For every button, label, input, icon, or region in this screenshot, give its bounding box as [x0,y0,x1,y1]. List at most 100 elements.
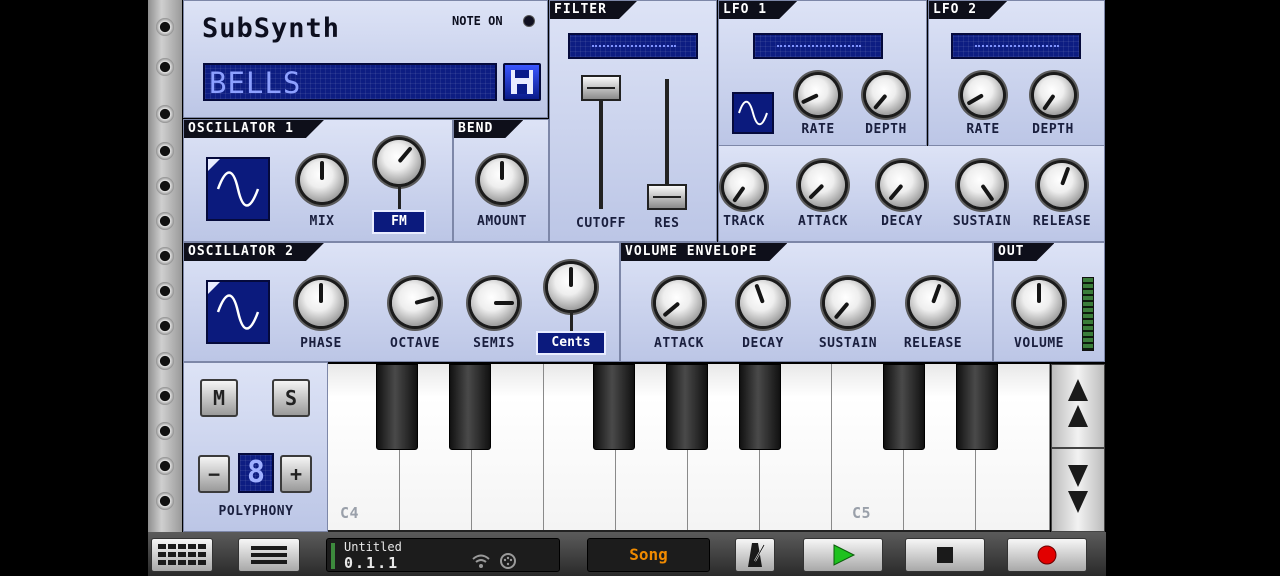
note-on-led [523,15,535,27]
vol-attack-knob[interactable] [656,280,702,326]
record-button[interactable] [1007,538,1087,572]
osc2-cents-connector [570,311,573,333]
lfo2-depth-knob[interactable] [1034,75,1074,115]
lfo2-title: LFO 2 [929,1,1007,19]
osc1-fm-button[interactable]: FM [372,210,426,234]
stop-icon [937,547,953,563]
polyphony-label: POLYPHONY [218,504,294,519]
out-title: OUT [994,243,1054,261]
osc2-cents-button[interactable]: Cents [536,331,606,355]
save-preset-button[interactable] [503,63,541,101]
octave-up-icon [1068,379,1088,427]
piano-key-as4[interactable] [739,364,781,450]
filter-decay-knob[interactable] [880,163,924,207]
play-button[interactable] [803,538,883,572]
c5-label: C5 [852,504,872,522]
out-volume-knob[interactable] [1016,280,1062,326]
metronome-button[interactable] [735,538,775,572]
vol-sustain-label: SUSTAIN [818,336,878,351]
stop-button[interactable] [905,538,985,572]
rack-screw-hole [156,457,174,475]
cutoff-slider-track [599,89,603,209]
filter-attack-label: ATTACK [798,214,848,229]
vol-decay-knob[interactable] [740,280,786,326]
vol-sustain-knob[interactable] [825,280,871,326]
lfo1-depth-knob[interactable] [866,75,906,115]
piano-key-ds4[interactable] [449,364,491,450]
lfo2-rate-knob[interactable] [963,75,1003,115]
octave-down-button[interactable] [1051,448,1105,532]
vol-release-knob[interactable] [910,280,956,326]
bend-amount-label: AMOUNT [477,214,527,229]
osc2-panel: OSCILLATOR 2 PHASE OCTAVE SEMIS Cents [183,242,620,362]
piano-key-fs4[interactable] [593,364,635,450]
rack-screw-hole [156,247,174,265]
octave-up-button[interactable] [1051,364,1105,448]
bend-title: BEND [454,120,523,138]
osc2-phase-knob[interactable] [298,280,344,326]
lfo1-waveform-button[interactable] [732,92,774,134]
osc2-cents-knob[interactable] [548,264,594,310]
filter-panel: FILTER CUTOFF RES [549,0,717,242]
osc1-waveform-button[interactable] [206,157,270,221]
floppy-disk-icon [511,70,533,94]
rack-screw-hole [156,58,174,76]
osc2-semis-knob[interactable] [471,280,517,326]
menu-button[interactable] [238,538,300,572]
grid-view-button[interactable] [151,538,213,572]
rack-screw-hole [156,387,174,405]
wifi-icon [472,554,490,568]
filter-release-knob[interactable] [1040,163,1084,207]
piano-key-gs4[interactable] [666,364,708,450]
filter-sustain-knob[interactable] [960,163,1004,207]
rack-rail [148,0,182,532]
polyphony-plus-button[interactable]: + [280,455,312,493]
bend-amount-knob[interactable] [480,158,524,202]
polyphony-display: 8 [238,453,274,493]
res-slider-handle[interactable] [647,184,687,210]
solo-button[interactable]: S [272,379,310,417]
polyphony-minus-button[interactable]: − [198,455,230,493]
app-title: SubSynth [202,13,341,44]
osc1-fm-knob[interactable] [377,140,421,184]
osc2-octave-knob[interactable] [392,280,438,326]
preset-display[interactable]: BELLS [203,63,497,101]
lfo2-rate-label: RATE [966,122,1000,137]
rack-screw-hole [156,492,174,510]
osc2-semis-label: SEMIS [473,336,515,351]
res-label: RES [654,216,680,231]
grid-icon [158,544,206,565]
piano-key-cs5[interactable] [883,364,925,450]
midi-icon [500,553,516,569]
song-button[interactable]: Song [587,538,710,572]
rack-screw-hole [156,212,174,230]
lfo1-display [753,33,883,59]
lfo2-panel: LFO 2 RATE DEPTH [928,0,1105,146]
osc1-fm-connector [398,185,401,209]
rack-screw-hole [156,105,174,123]
octave-down-icon [1068,465,1088,513]
mute-button[interactable]: M [200,379,238,417]
lfo2-depth-label: DEPTH [1032,122,1074,137]
lfo1-rate-knob[interactable] [798,75,838,115]
piano-key-ds5[interactable] [956,364,998,450]
filter-track-label: TRACK [723,214,765,229]
osc2-waveform-button[interactable] [206,280,270,344]
rack-screw-hole [156,422,174,440]
filter-track-knob[interactable] [724,167,764,207]
rack-screw-hole [156,352,174,370]
filter-attack-knob[interactable] [801,163,845,207]
record-icon [1037,545,1057,565]
osc2-octave-label: OCTAVE [390,336,440,351]
piano-key-cs4[interactable] [376,364,418,450]
sine-wave-icon [738,100,768,126]
osc1-mix-knob[interactable] [300,158,344,202]
menu-icon [251,546,287,564]
osc1-mix-label: MIX [309,214,335,229]
lfo1-panel: LFO 1 RATE DEPTH [718,0,927,146]
lfo1-rate-label: RATE [801,122,835,137]
voice-panel: M S − 8 + POLYPHONY [183,362,328,532]
song-info-display: Untitled 0.1.1 [326,538,560,572]
filter-decay-label: DECAY [881,214,923,229]
cutoff-slider-handle[interactable] [581,75,621,101]
